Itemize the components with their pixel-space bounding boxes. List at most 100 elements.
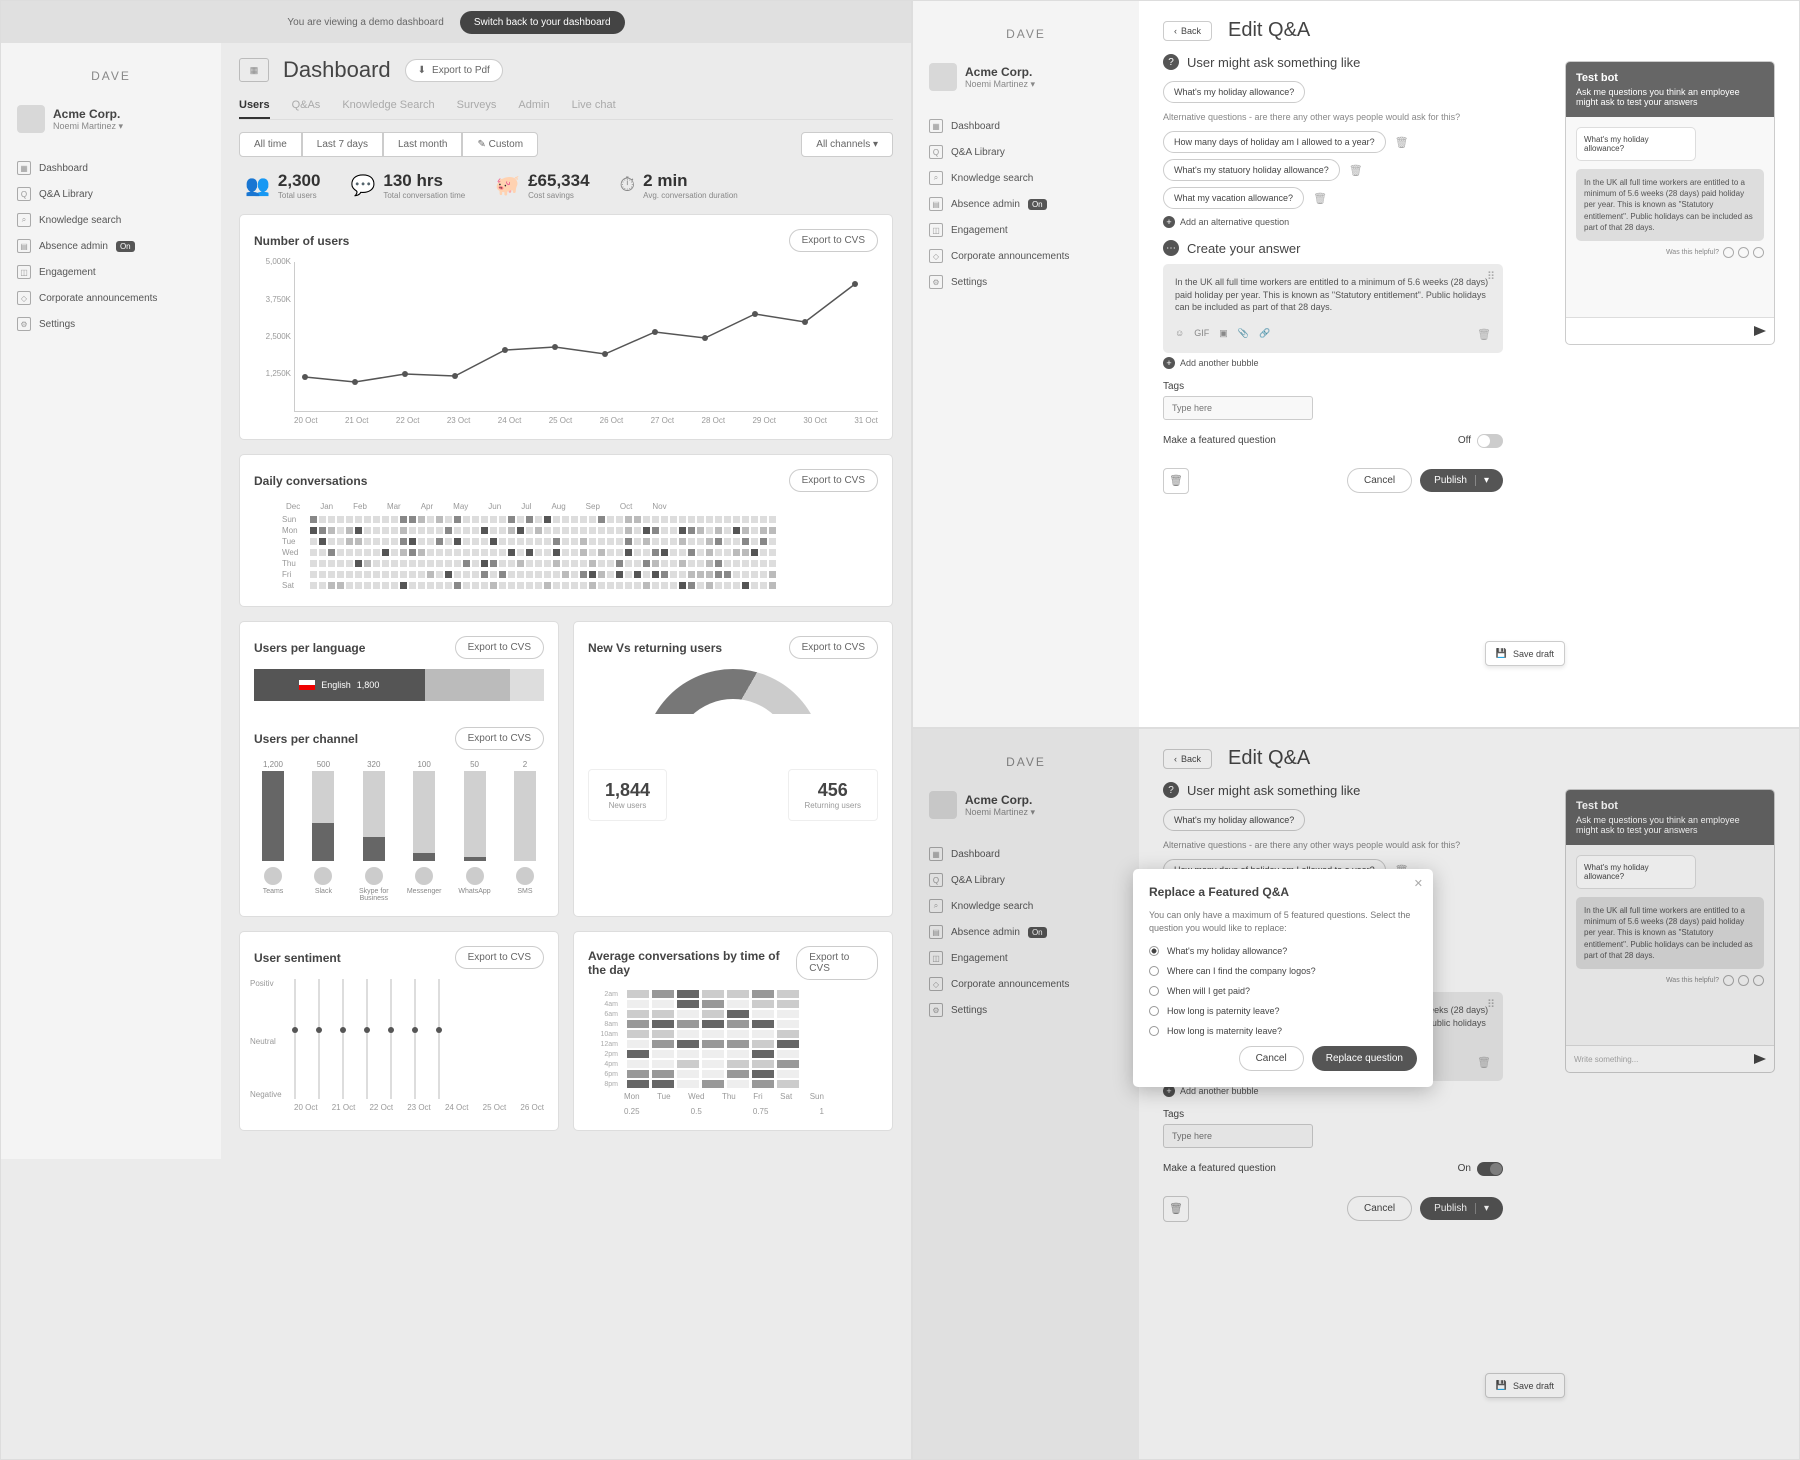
attach-icon[interactable]: 📎 xyxy=(1238,328,1249,341)
drag-icon[interactable]: ⠿ xyxy=(1487,270,1495,283)
tab-qas[interactable]: Q&As xyxy=(292,93,321,119)
send-icon[interactable] xyxy=(1754,326,1766,336)
answer-editor[interactable]: ⠿ In the UK all full time workers are en… xyxy=(1163,264,1503,353)
export-cvs-button[interactable]: Export to CVS xyxy=(455,727,544,750)
language-bar: English1,800 xyxy=(254,669,544,701)
nav-dashboard[interactable]: ▦Dashboard xyxy=(925,113,1127,139)
alt-question[interactable]: How many days of holiday am I allowed to… xyxy=(1163,131,1386,153)
save-draft-option[interactable]: 💾Save draft xyxy=(1485,641,1565,666)
megaphone-icon: ◇ xyxy=(17,291,31,305)
export-cvs-button[interactable]: Export to CVS xyxy=(455,636,544,659)
featured-toggle[interactable] xyxy=(1477,434,1503,448)
radio-option[interactable]: How long is maternity leave? xyxy=(1149,1026,1417,1036)
delete-button[interactable]: 🗑 xyxy=(1163,468,1189,494)
main-content: ▦ Dashboard ⬇Export to Pdf Users Q&As Kn… xyxy=(221,43,911,1159)
add-bubble-button[interactable]: +Add another bubble xyxy=(1163,357,1775,369)
alt-question[interactable]: What my vacation allowance? xyxy=(1163,187,1304,209)
replace-featured-modal: ✕ Replace a Featured Q&A You can only ha… xyxy=(1133,869,1433,1087)
nav-knowledge[interactable]: ⌕Knowledge search xyxy=(13,207,209,233)
link-icon[interactable]: 🔗 xyxy=(1259,328,1270,341)
face-sad-icon[interactable] xyxy=(1753,247,1764,258)
nav-settings[interactable]: ⚙Settings xyxy=(925,269,1127,295)
alt-question[interactable]: What's my statuory holiday allowance? xyxy=(1163,159,1340,181)
page-title: Edit Q&A xyxy=(1228,19,1310,42)
save-icon: 💾 xyxy=(1496,648,1507,659)
tab-admin[interactable]: Admin xyxy=(518,93,549,119)
org-name: Acme Corp. xyxy=(53,107,123,121)
filter-lastmonth[interactable]: Last month xyxy=(383,132,462,157)
demo-banner: You are viewing a demo dashboard Switch … xyxy=(1,1,911,43)
primary-question[interactable]: What's my holiday allowance? xyxy=(1163,81,1305,103)
filter-custom[interactable]: ✎ Custom xyxy=(462,132,538,157)
nav-announcements[interactable]: ◇Corporate announcements xyxy=(13,285,209,311)
close-icon[interactable]: ✕ xyxy=(1414,877,1423,890)
emoji-icon[interactable]: ☺ xyxy=(1175,328,1184,341)
org-avatar xyxy=(929,63,957,91)
tab-livechat[interactable]: Live chat xyxy=(572,93,616,119)
modal-cancel-button[interactable]: Cancel xyxy=(1239,1046,1304,1071)
filter-7days[interactable]: Last 7 days xyxy=(302,132,383,157)
card-new-returning: New Vs returning usersExport to CVS 1,84… xyxy=(573,621,893,917)
nav-qa[interactable]: QQ&A Library xyxy=(13,181,209,207)
nav-settings[interactable]: ⚙Settings xyxy=(13,311,209,337)
tab-knowledge[interactable]: Knowledge Search xyxy=(342,93,434,119)
nav-qa[interactable]: QQ&A Library xyxy=(925,139,1127,165)
calendar-icon: ▤ xyxy=(17,239,31,253)
chevron-down-icon: ▾ xyxy=(119,121,124,131)
delete-icon[interactable]: 🗑 xyxy=(1395,136,1409,149)
org-avatar xyxy=(17,105,45,133)
chevron-down-icon[interactable]: ▾ xyxy=(1475,475,1489,486)
heatmap-months: DecJanFebMarAprMayJunJulAugSepOctNov xyxy=(286,502,878,511)
export-cvs-button[interactable]: Export to CVS xyxy=(796,946,878,980)
export-cvs-button[interactable]: Export to CVS xyxy=(455,946,544,969)
app-logo: DAVE xyxy=(13,55,209,97)
nav-engagement[interactable]: ◫Engagement xyxy=(925,217,1127,243)
export-cvs-button[interactable]: Export to CVS xyxy=(789,229,878,252)
back-button[interactable]: ‹ Back xyxy=(1163,21,1212,41)
nav-knowledge[interactable]: ⌕Knowledge search xyxy=(925,165,1127,191)
export-pdf-button[interactable]: ⬇Export to Pdf xyxy=(405,59,503,82)
delete-icon[interactable]: 🗑 xyxy=(1477,328,1491,341)
org-switcher[interactable]: Acme Corp. Noemi Martinez ▾ xyxy=(13,97,209,141)
nav-absence[interactable]: ▤Absence adminOn xyxy=(925,191,1127,217)
radio-icon xyxy=(1149,946,1159,956)
cancel-button[interactable]: Cancel xyxy=(1347,468,1412,493)
org-user: Noemi Martinez ▾ xyxy=(53,121,123,132)
filter-alltime[interactable]: All time xyxy=(239,132,302,157)
org-switcher[interactable]: Acme Corp.Noemi Martinez ▾ xyxy=(925,55,1127,99)
featured-toggle[interactable] xyxy=(1477,1162,1503,1176)
test-bot-panel: Test botAsk me questions you think an em… xyxy=(1565,61,1775,345)
nav-dashboard[interactable]: ▦Dashboard xyxy=(13,155,209,181)
nav-engagement[interactable]: ◫Engagement xyxy=(13,259,209,285)
switch-dashboard-button[interactable]: Switch back to your dashboard xyxy=(460,11,625,34)
nav-announcements[interactable]: ◇Corporate announcements xyxy=(925,243,1127,269)
user-bubble: What's my holiday allowance? xyxy=(1576,127,1696,161)
face-happy-icon[interactable] xyxy=(1723,247,1734,258)
radio-option[interactable]: How long is paternity leave? xyxy=(1149,1006,1417,1016)
modal-title: Replace a Featured Q&A xyxy=(1149,885,1417,899)
modal-replace-button[interactable]: Replace question xyxy=(1312,1046,1417,1071)
nav-absence[interactable]: ▤Absence adminOn xyxy=(13,233,209,259)
export-cvs-button[interactable]: Export to CVS xyxy=(789,636,878,659)
publish-button[interactable]: Publish▾ xyxy=(1420,469,1503,492)
channels-filter[interactable]: All channels ▾ xyxy=(801,132,893,157)
export-cvs-button[interactable]: Export to CVS xyxy=(789,469,878,492)
radio-option[interactable]: What's my holiday allowance? xyxy=(1149,946,1417,956)
image-icon[interactable]: ▣ xyxy=(1219,328,1228,341)
face-neutral-icon[interactable] xyxy=(1738,247,1749,258)
tags-input[interactable] xyxy=(1163,396,1313,420)
delete-icon[interactable]: 🗑 xyxy=(1349,164,1363,177)
engagement-icon: ◫ xyxy=(17,265,31,279)
tab-surveys[interactable]: Surveys xyxy=(457,93,497,119)
back-button[interactable]: ‹ Back xyxy=(1163,749,1212,769)
gif-button[interactable]: GIF xyxy=(1194,328,1209,341)
sidebar: DAVE Acme Corp.Noemi Martinez ▾ ▦Dashboa… xyxy=(913,729,1139,1459)
radio-option[interactable]: Where can I find the company logos? xyxy=(1149,966,1417,976)
radio-option[interactable]: When will I get paid? xyxy=(1149,986,1417,996)
daily-heatmap: DecJanFebMarAprMayJunJulAugSepOctNov Sun… xyxy=(282,502,878,590)
delete-icon[interactable]: 🗑 xyxy=(1313,192,1327,205)
channel-bars: 1,200Teams500Slack320Skype for Business1… xyxy=(254,760,544,902)
tab-users[interactable]: Users xyxy=(239,93,270,119)
card-per-language: Users per languageExport to CVS English1… xyxy=(239,621,559,917)
app-logo: DAVE xyxy=(925,13,1127,55)
